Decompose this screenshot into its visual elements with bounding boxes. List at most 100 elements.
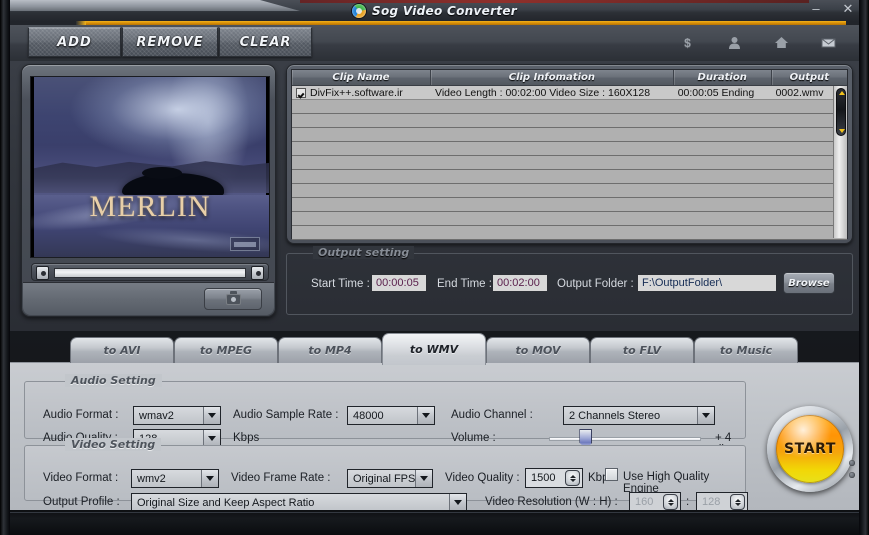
clip-checkbox[interactable] (296, 87, 306, 98)
video-quality-input[interactable]: 1500 (525, 468, 583, 488)
tab-label: to MPEG (199, 344, 253, 357)
tab-to-wmv[interactable]: to WMV (382, 333, 486, 365)
column-clip-name[interactable]: Clip Name (292, 70, 431, 85)
scroll-down-arrow-icon[interactable] (839, 129, 845, 133)
app-window: Sog Video Converter – ✕ ADD REMOVE CLEAR… (0, 0, 869, 535)
video-quality-stepper[interactable] (565, 470, 580, 486)
video-height-stepper[interactable] (730, 494, 745, 510)
table-row[interactable] (292, 212, 847, 226)
clip-list-scrollbar[interactable] (833, 86, 847, 238)
tab-to-mp4[interactable]: to MP4 (278, 337, 382, 363)
start-button[interactable]: START (776, 415, 844, 483)
home-icon[interactable] (773, 34, 790, 51)
seek-track[interactable] (54, 268, 246, 278)
table-row[interactable]: DivFix++.software.ir Video Length : 00:0… (292, 86, 847, 100)
add-button[interactable]: ADD (28, 27, 121, 57)
video-frame-rate-select[interactable]: Original FPS (347, 469, 433, 488)
output-profile-label: Output Profile : (43, 496, 120, 508)
tab-to-avi[interactable]: to AVI (70, 337, 174, 363)
video-setting-legend: Video Setting (65, 438, 162, 451)
video-format-label: Video Format : (43, 472, 119, 484)
table-row[interactable] (292, 226, 847, 240)
video-resolution-width-input[interactable]: 160 (629, 492, 681, 512)
accent-strip (76, 21, 846, 25)
seek-end-handle[interactable] (251, 266, 264, 280)
mail-icon[interactable] (820, 34, 837, 51)
clip-list-panel: Clip Name Clip Infomation Duration Outpu… (286, 64, 853, 244)
column-clip-information[interactable]: Clip Infomation (431, 70, 674, 85)
audio-channel-select[interactable]: 2 Channels Stereo (563, 406, 715, 425)
snapshot-button[interactable] (204, 288, 262, 310)
seek-bar[interactable] (31, 263, 269, 281)
chevron-down-icon (203, 407, 220, 424)
browse-button[interactable]: Browse (783, 272, 835, 294)
clip-list-header: Clip Name Clip Infomation Duration Outpu… (292, 70, 847, 86)
end-time-input[interactable]: 00:02:00 (492, 274, 548, 292)
tab-label: to Music (719, 344, 773, 357)
table-row[interactable] (292, 114, 847, 128)
audio-sample-rate-value: 48000 (353, 409, 384, 422)
table-row[interactable] (292, 142, 847, 156)
video-preview[interactable]: MERLIN (31, 77, 269, 257)
table-row[interactable] (292, 184, 847, 198)
clip-name-cell[interactable]: DivFix++.software.ir (292, 86, 431, 99)
table-row[interactable] (292, 100, 847, 114)
preview-movie-title: MERLIN (89, 190, 211, 223)
video-frame-image: MERLIN (34, 77, 269, 257)
indicator-led (849, 472, 855, 478)
minimize-button[interactable]: – (809, 2, 823, 16)
seek-start-handle[interactable] (36, 266, 49, 280)
main-panel: MERLIN Clip Name Clip Infomation Duratio… (10, 61, 859, 331)
output-folder-input[interactable]: F:\OutputFolder\ (637, 274, 777, 292)
title-bar: Sog Video Converter – ✕ (0, 0, 869, 21)
audio-format-select[interactable]: wmav2 (133, 406, 221, 425)
video-frame-rate-value: Original FPS (353, 472, 415, 485)
video-format-value: wmv2 (137, 472, 166, 485)
close-button[interactable]: ✕ (841, 2, 855, 16)
high-quality-engine-checkbox[interactable] (605, 468, 618, 481)
preview-panel: MERLIN (21, 64, 276, 317)
audio-sample-rate-label: Audio Sample Rate : (233, 409, 339, 421)
clip-list[interactable]: Clip Name Clip Infomation Duration Outpu… (291, 69, 848, 240)
video-resolution-height-value: 128 (702, 496, 721, 508)
tab-to-flv[interactable]: to FLV (590, 337, 694, 363)
tab-to-mov[interactable]: to MOV (486, 337, 590, 363)
camera-icon (225, 290, 241, 305)
output-folder-label: Output Folder : (557, 278, 634, 290)
column-output[interactable]: Output (772, 70, 847, 85)
start-button-area: START (767, 406, 865, 492)
volume-slider[interactable] (549, 429, 701, 449)
video-width-stepper[interactable] (663, 494, 678, 510)
scrollbar-thumb[interactable] (836, 88, 846, 136)
volume-track (549, 437, 701, 441)
scroll-up-arrow-icon[interactable] (839, 91, 845, 95)
table-row[interactable] (292, 128, 847, 142)
chevron-down-icon (449, 494, 466, 511)
video-format-select[interactable]: wmv2 (131, 469, 219, 488)
remove-button-label: REMOVE (136, 34, 204, 50)
audio-channel-label: Audio Channel : (451, 409, 533, 421)
dollar-icon[interactable]: $ (679, 34, 696, 51)
user-icon[interactable] (726, 34, 743, 51)
clear-button-label: CLEAR (239, 34, 292, 50)
start-button-label: START (783, 441, 837, 457)
output-setting-legend: Output setting (313, 246, 415, 259)
start-time-input[interactable]: 00:00:05 (371, 274, 427, 292)
video-setting-group: Video Setting Video Format : wmv2 Video … (24, 438, 748, 512)
remove-button[interactable]: REMOVE (122, 27, 218, 57)
column-duration[interactable]: Duration (674, 70, 772, 85)
end-time-label: End Time : (437, 278, 492, 290)
audio-sample-rate-select[interactable]: 48000 (347, 406, 435, 425)
tab-to-mpeg[interactable]: to MPEG (174, 337, 278, 363)
window-right-edge (859, 0, 869, 535)
table-row[interactable] (292, 156, 847, 170)
video-frame-rate-label: Video Frame Rate : (231, 472, 331, 484)
tab-label: to MP4 (308, 344, 352, 357)
clear-button[interactable]: CLEAR (219, 27, 312, 57)
table-row[interactable] (292, 198, 847, 212)
video-resolution-height-input[interactable]: 128 (696, 492, 748, 512)
tab-to-music[interactable]: to Music (694, 337, 798, 363)
tab-label: to WMV (409, 343, 459, 356)
table-row[interactable] (292, 170, 847, 184)
video-quality-label: Video Quality : (445, 472, 520, 484)
